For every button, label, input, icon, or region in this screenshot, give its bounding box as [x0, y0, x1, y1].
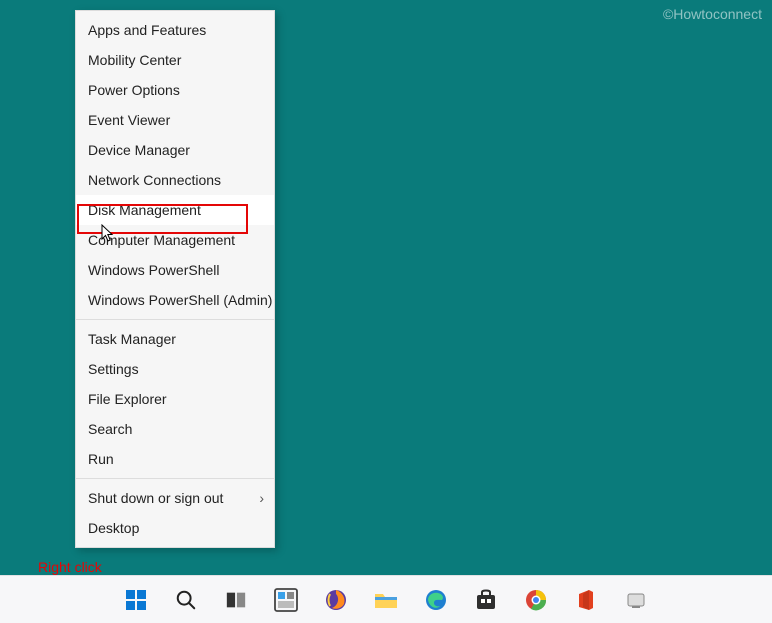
- menu-item-label: Run: [88, 451, 114, 467]
- menu-item-label: File Explorer: [88, 391, 167, 407]
- menu-item-desktop[interactable]: Desktop: [76, 513, 274, 543]
- taskbar: [0, 575, 772, 623]
- menu-item-apps-features[interactable]: Apps and Features: [76, 15, 274, 45]
- menu-item-label: Device Manager: [88, 142, 190, 158]
- menu-item-label: Power Options: [88, 82, 180, 98]
- start-icon[interactable]: [122, 586, 150, 614]
- firefox-icon[interactable]: [322, 586, 350, 614]
- menu-item-label: Disk Management: [88, 202, 201, 218]
- menu-item-label: Mobility Center: [88, 52, 181, 68]
- menu-item-search[interactable]: Search: [76, 414, 274, 444]
- menu-item-label: Shut down or sign out: [88, 490, 223, 506]
- menu-item-label: Network Connections: [88, 172, 221, 188]
- menu-item-computer-management[interactable]: Computer Management: [76, 225, 274, 255]
- menu-separator: [76, 478, 274, 479]
- menu-item-shutdown-signout[interactable]: Shut down or sign out: [76, 483, 274, 513]
- menu-item-label: Apps and Features: [88, 22, 206, 38]
- menu-item-mobility-center[interactable]: Mobility Center: [76, 45, 274, 75]
- menu-item-label: Computer Management: [88, 232, 235, 248]
- menu-item-label: Windows PowerShell: [88, 262, 220, 278]
- menu-item-label: Desktop: [88, 520, 139, 536]
- menu-item-file-explorer[interactable]: File Explorer: [76, 384, 274, 414]
- chrome-icon[interactable]: [522, 586, 550, 614]
- taskview-icon[interactable]: [222, 586, 250, 614]
- office-icon[interactable]: [572, 586, 600, 614]
- menu-item-windows-powershell-admin[interactable]: Windows PowerShell (Admin): [76, 285, 274, 315]
- store-icon[interactable]: [472, 586, 500, 614]
- annotation-label: Right click: [38, 559, 102, 575]
- menu-item-windows-powershell[interactable]: Windows PowerShell: [76, 255, 274, 285]
- menu-item-disk-management[interactable]: Disk Management: [76, 195, 274, 225]
- widgets-icon[interactable]: [272, 586, 300, 614]
- menu-item-power-options[interactable]: Power Options: [76, 75, 274, 105]
- menu-item-label: Event Viewer: [88, 112, 170, 128]
- menu-item-settings[interactable]: Settings: [76, 354, 274, 384]
- menu-item-run[interactable]: Run: [76, 444, 274, 474]
- watermark-text: ©Howtoconnect: [663, 6, 762, 22]
- menu-item-label: Search: [88, 421, 132, 437]
- edge-icon[interactable]: [422, 586, 450, 614]
- menu-separator: [76, 319, 274, 320]
- search-icon[interactable]: [172, 586, 200, 614]
- menu-item-device-manager[interactable]: Device Manager: [76, 135, 274, 165]
- winx-context-menu: Apps and Features Mobility Center Power Op…: [75, 10, 275, 548]
- file-explorer-icon[interactable]: [372, 586, 400, 614]
- menu-item-label: Task Manager: [88, 331, 176, 347]
- menu-item-network-connections[interactable]: Network Connections: [76, 165, 274, 195]
- app-icon[interactable]: [622, 586, 650, 614]
- menu-item-task-manager[interactable]: Task Manager: [76, 324, 274, 354]
- desktop-background: ©Howtoconnect Apps and Features Mobility …: [0, 0, 772, 623]
- menu-item-label: Settings: [88, 361, 139, 377]
- menu-item-label: Windows PowerShell (Admin): [88, 292, 272, 308]
- menu-item-event-viewer[interactable]: Event Viewer: [76, 105, 274, 135]
